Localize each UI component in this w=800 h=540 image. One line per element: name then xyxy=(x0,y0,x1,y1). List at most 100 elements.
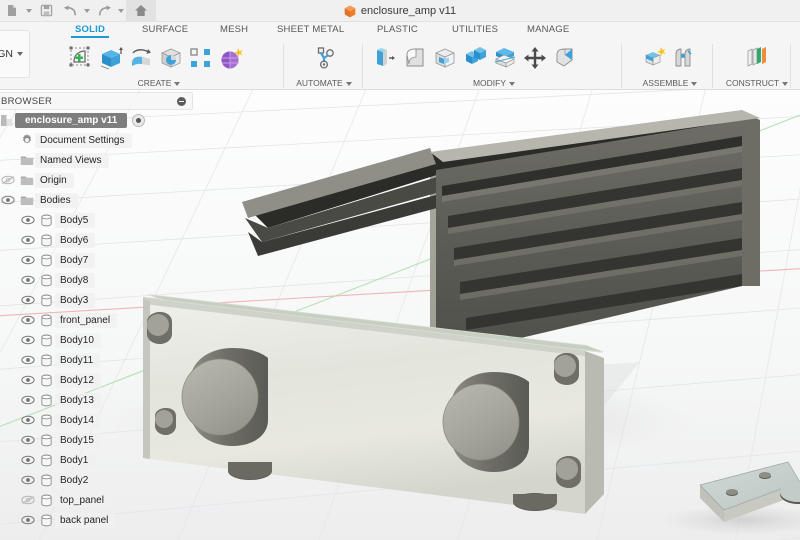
browser-row-body8[interactable]: Body8 xyxy=(0,270,193,290)
tab-mesh[interactable]: MESH xyxy=(220,24,248,35)
rectangular-pattern-icon[interactable] xyxy=(186,42,216,74)
visibility-eye-icon[interactable] xyxy=(18,430,38,450)
sketch-plus-icon[interactable] xyxy=(66,42,96,74)
body-icon xyxy=(38,470,55,490)
browser-row-body6[interactable]: Body6 xyxy=(0,230,193,250)
browser-row-body7[interactable]: Body7 xyxy=(0,250,193,270)
tab-surface[interactable]: SURFACE xyxy=(142,24,188,35)
visibility-eye-icon[interactable] xyxy=(18,290,38,310)
redo-arrow-icon[interactable] xyxy=(92,0,116,22)
tab-utilities[interactable]: UTILITIES xyxy=(452,24,498,35)
browser-row-body3[interactable]: Body3 xyxy=(0,290,193,310)
visibility-eye-icon[interactable] xyxy=(18,230,38,250)
visibility-eye-icon[interactable] xyxy=(18,210,38,230)
fillet-icon[interactable] xyxy=(400,42,430,74)
browser-row-body15[interactable]: Body15 xyxy=(0,430,193,450)
browser-tree: Document Settings Named Views Origin Bodies… xyxy=(0,130,193,530)
panel-separator xyxy=(712,44,713,88)
browser-row-label: Body8 xyxy=(55,273,95,288)
browser-row-label: Bodies xyxy=(35,193,78,208)
browser-row-origin[interactable]: Origin xyxy=(0,170,193,190)
visibility-eye-icon[interactable] xyxy=(18,270,38,290)
browser-root-row[interactable]: enclosure_amp v11 xyxy=(0,110,193,130)
browser-row-bodies[interactable]: Bodies xyxy=(0,190,193,210)
visibility-eye-icon[interactable] xyxy=(18,370,38,390)
fusion360-window: enclosure_amp v11 DESIGN SOLID SURFACE M… xyxy=(0,0,800,540)
browser-panel: BROWSER enclosure_amp v11 Document Setti… xyxy=(0,92,193,530)
create-panel-label[interactable]: CREATE xyxy=(66,78,252,88)
assemble-caret-icon xyxy=(691,82,697,86)
shell-cube-icon[interactable] xyxy=(430,42,460,74)
panel-separator xyxy=(283,44,284,88)
revolve-icon[interactable] xyxy=(126,42,156,74)
purple-form-sphere-icon[interactable] xyxy=(216,42,246,74)
joint-icon[interactable] xyxy=(670,42,700,74)
browser-row-back-panel[interactable]: back panel xyxy=(0,510,193,530)
undo-caret-icon[interactable] xyxy=(82,0,92,22)
modify-panel-label[interactable]: MODIFY xyxy=(370,78,618,88)
browser-row-body5[interactable]: Body5 xyxy=(0,210,193,230)
visibility-eye-icon[interactable] xyxy=(0,190,18,210)
browser-row-body2[interactable]: Body2 xyxy=(0,470,193,490)
browser-row-label: Body14 xyxy=(55,413,101,428)
offset-face-icon[interactable] xyxy=(490,42,520,74)
save-icon[interactable] xyxy=(34,0,58,22)
browser-row-body1[interactable]: Body1 xyxy=(0,450,193,470)
combine-blue-icon[interactable] xyxy=(460,42,490,74)
browser-row-label: Named Views xyxy=(35,153,109,168)
browser-row-label: Body6 xyxy=(55,233,95,248)
body-icon xyxy=(38,330,55,350)
browser-row-front-panel[interactable]: front_panel xyxy=(0,310,193,330)
quick-access-toolbar xyxy=(0,0,800,22)
construct-panel-label[interactable]: CONSTRUCT xyxy=(723,78,791,88)
tab-plastic[interactable]: PLASTIC xyxy=(377,24,418,35)
visibility-eye-icon[interactable] xyxy=(18,410,38,430)
visibility-eye-icon[interactable] xyxy=(18,330,38,350)
browser-row-body12[interactable]: Body12 xyxy=(0,370,193,390)
visibility-eye-icon[interactable] xyxy=(18,310,38,330)
browser-row-document-settings[interactable]: Document Settings xyxy=(0,130,193,150)
visibility-eye-icon[interactable] xyxy=(18,470,38,490)
extrude-blue-box-icon[interactable] xyxy=(96,42,126,74)
new-component-icon[interactable] xyxy=(640,42,670,74)
automate-panel: AUTOMATE xyxy=(288,42,360,88)
panel-separator xyxy=(362,44,363,88)
file-menu-caret-icon[interactable] xyxy=(24,0,34,22)
browser-row-body10[interactable]: Body10 xyxy=(0,330,193,350)
tab-manage[interactable]: MANAGE xyxy=(527,24,569,35)
body-icon xyxy=(38,230,55,250)
visibility-eye-icon[interactable] xyxy=(18,450,38,470)
activated-radio-icon[interactable] xyxy=(132,114,145,127)
browser-row-body11[interactable]: Body11 xyxy=(0,350,193,370)
browser-row-body14[interactable]: Body14 xyxy=(0,410,193,430)
visibility-eye-hidden-icon[interactable] xyxy=(0,170,18,190)
visibility-eye-icon[interactable] xyxy=(18,390,38,410)
browser-row-body13[interactable]: Body13 xyxy=(0,390,193,410)
automate-node-icon[interactable] xyxy=(309,42,339,74)
body-icon xyxy=(38,510,55,530)
tab-solid[interactable]: SOLID xyxy=(75,24,105,35)
assemble-panel-label[interactable]: ASSEMBLE xyxy=(631,78,709,88)
tab-sheet-metal[interactable]: SHEET METAL xyxy=(277,24,344,35)
visibility-eye-icon[interactable] xyxy=(18,250,38,270)
file-icon[interactable] xyxy=(0,0,24,22)
press-pull-icon[interactable] xyxy=(370,42,400,74)
automate-caret-icon xyxy=(346,82,352,86)
visibility-eye-icon[interactable] xyxy=(18,350,38,370)
chevron-down-icon xyxy=(17,52,23,56)
move-arrows-icon[interactable] xyxy=(520,42,550,74)
collapse-dash-icon[interactable] xyxy=(177,97,186,106)
home-icon[interactable] xyxy=(126,0,156,22)
visibility-eye-hidden-icon[interactable] xyxy=(18,490,38,510)
automate-panel-label[interactable]: AUTOMATE xyxy=(288,78,360,88)
browser-row-top-panel[interactable]: top_panel xyxy=(0,490,193,510)
sweep-cube-icon[interactable] xyxy=(156,42,186,74)
construct-plane-icon[interactable] xyxy=(742,42,772,74)
undo-arrow-icon[interactable] xyxy=(58,0,82,22)
visibility-eye-icon[interactable] xyxy=(18,510,38,530)
browser-row-named-views[interactable]: Named Views xyxy=(0,150,193,170)
workspace-selector[interactable]: DESIGN xyxy=(0,30,30,78)
redo-caret-icon[interactable] xyxy=(116,0,126,22)
construct-panel: CONSTRUCT xyxy=(723,42,791,88)
split-face-icon[interactable] xyxy=(550,42,580,74)
